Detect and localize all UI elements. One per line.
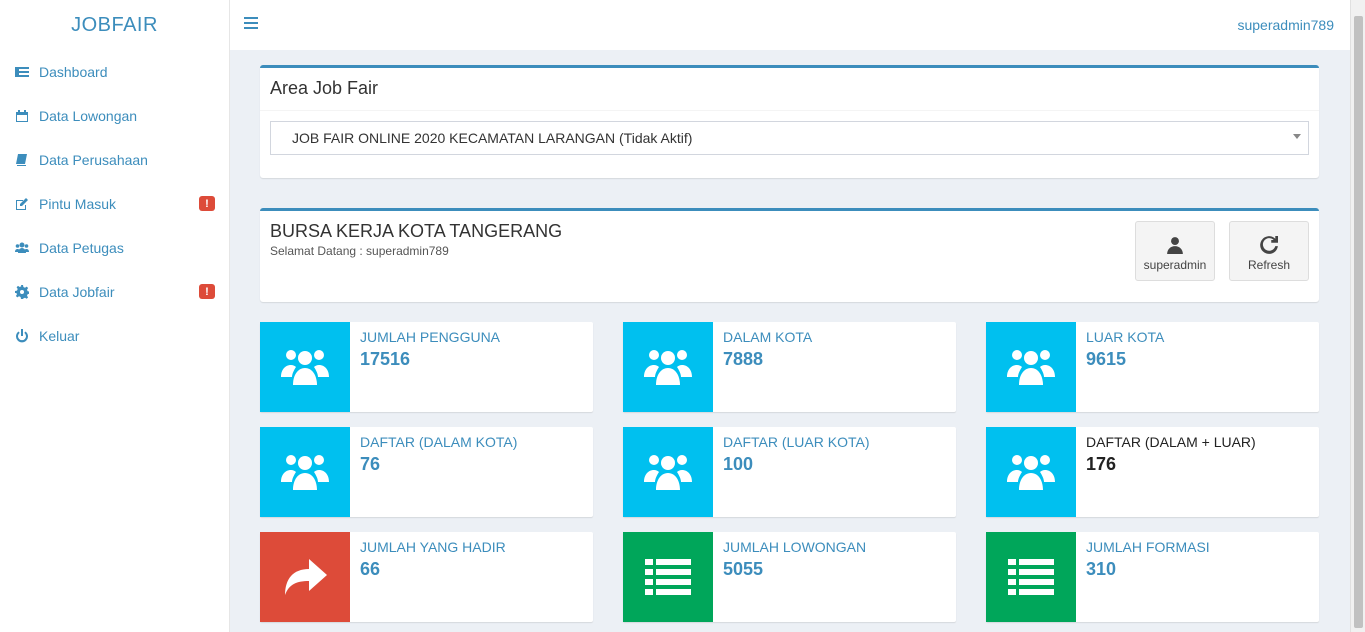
- stat-value: 66: [360, 559, 381, 579]
- sidebar-item-label: Dashboard: [39, 64, 108, 80]
- sidebar-item-data-jobfair[interactable]: Data Jobfair !: [0, 270, 229, 314]
- stat-value: 310: [1086, 559, 1117, 579]
- user-profile-label: superadmin: [1143, 258, 1207, 272]
- list-icon: [986, 532, 1076, 622]
- stat-label: DALAM KOTA: [723, 329, 813, 345]
- sidebar-item-label: Data Perusahaan: [39, 152, 148, 168]
- jobfair-select[interactable]: JOB FAIR ONLINE 2020 KECAMATAN LARANGAN …: [270, 121, 1309, 155]
- sidebar-item-label: Keluar: [39, 328, 80, 344]
- page-title: BURSA KERJA KOTA TANGERANG: [270, 221, 563, 241]
- sidebar-toggle-icon[interactable]: [244, 17, 258, 31]
- sidebar-menu: Dashboard Data Lowongan Data Perusahaan …: [0, 50, 229, 358]
- stat-jumlah-hadir: JUMLAH YANG HADIR 66: [260, 532, 593, 622]
- sidebar-item-label: Data Lowongan: [39, 108, 138, 124]
- users-icon: [15, 241, 29, 255]
- book-icon: [15, 153, 29, 167]
- stat-label: JUMLAH FORMASI: [1086, 539, 1210, 555]
- stat-value: 9615: [1086, 349, 1127, 369]
- stat-daftar-dalam-kota: DAFTAR (DALAM KOTA) 76: [260, 427, 593, 517]
- stat-label: JUMLAH YANG HADIR: [360, 539, 506, 555]
- stat-daftar-total: DAFTAR (DALAM + LUAR) 176: [986, 427, 1319, 517]
- users-icon: [623, 322, 713, 412]
- sidebar-item-data-petugas[interactable]: Data Petugas: [0, 226, 229, 270]
- stat-value: 5055: [723, 559, 764, 579]
- user-profile-button[interactable]: superadmin: [1135, 221, 1215, 281]
- gear-icon: [15, 285, 29, 299]
- refresh-label: Refresh: [1247, 258, 1291, 272]
- stat-value: 76: [360, 454, 381, 474]
- stat-luar-kota: LUAR KOTA 9615: [986, 322, 1319, 412]
- welcome-box: BURSA KERJA KOTA TANGERANG Selamat Datan…: [260, 208, 1319, 302]
- stat-label: DAFTAR (LUAR KOTA): [723, 434, 870, 450]
- refresh-button[interactable]: Refresh: [1229, 221, 1309, 281]
- stat-label: LUAR KOTA: [1086, 329, 1165, 345]
- calendar-icon: [15, 109, 29, 123]
- stat-value: 176: [1086, 454, 1117, 474]
- user-menu[interactable]: superadmin789: [1237, 17, 1334, 33]
- welcome-text: Selamat Datang : superadmin789: [270, 244, 449, 258]
- stat-label: DAFTAR (DALAM KOTA): [360, 434, 518, 450]
- stat-jumlah-formasi: JUMLAH FORMASI 310: [986, 532, 1319, 622]
- sidebar: JOBFAIR Dashboard Data Lowongan Data Per…: [0, 0, 230, 632]
- users-icon: [986, 322, 1076, 412]
- sidebar-item-pintu-masuk[interactable]: Pintu Masuk !: [0, 182, 229, 226]
- stat-jumlah-lowongan: JUMLAH LOWONGAN 5055: [623, 532, 956, 622]
- brand-logo[interactable]: JOBFAIR: [0, 0, 229, 50]
- top-navbar: superadmin789: [230, 0, 1350, 50]
- stat-label: JUMLAH LOWONGAN: [723, 539, 867, 555]
- scrollbar-thumb[interactable]: [1354, 16, 1363, 628]
- user-icon: [1167, 237, 1183, 254]
- stat-daftar-luar-kota: DAFTAR (LUAR KOTA) 100: [623, 427, 956, 517]
- stat-value: 100: [723, 454, 754, 474]
- stat-dalam-kota: DALAM KOTA 7888: [623, 322, 956, 412]
- dashboard-icon: [15, 65, 29, 79]
- edit-icon: [15, 197, 29, 211]
- stat-jumlah-pengguna: JUMLAH PENGGUNA 17516: [260, 322, 593, 412]
- users-icon: [986, 427, 1076, 517]
- share-arrow-icon: [260, 532, 350, 622]
- stat-value: 17516: [360, 349, 411, 369]
- sidebar-item-dashboard[interactable]: Dashboard: [0, 50, 229, 94]
- sidebar-item-data-perusahaan[interactable]: Data Perusahaan: [0, 138, 229, 182]
- sidebar-item-label: Data Petugas: [39, 240, 124, 256]
- list-icon: [623, 532, 713, 622]
- sidebar-item-keluar[interactable]: Keluar: [0, 314, 229, 358]
- alert-badge: !: [199, 284, 215, 299]
- stat-value: 7888: [723, 349, 764, 369]
- chevron-down-icon: [1293, 134, 1301, 139]
- jobfair-select-value: JOB FAIR ONLINE 2020 KECAMATAN LARANGAN …: [292, 130, 693, 146]
- users-icon: [623, 427, 713, 517]
- users-icon: [260, 322, 350, 412]
- power-icon: [15, 329, 29, 343]
- sidebar-item-label: Data Jobfair: [39, 284, 115, 300]
- stat-label: JUMLAH PENGGUNA: [360, 329, 501, 345]
- sidebar-item-data-lowongan[interactable]: Data Lowongan: [0, 94, 229, 138]
- area-box-title: Area Job Fair: [260, 68, 1319, 111]
- stat-label: DAFTAR (DALAM + LUAR): [1086, 434, 1256, 450]
- sidebar-item-label: Pintu Masuk: [39, 196, 117, 212]
- refresh-icon: [1260, 236, 1278, 254]
- area-job-fair-box: Area Job Fair JOB FAIR ONLINE 2020 KECAM…: [260, 65, 1319, 178]
- users-icon: [260, 427, 350, 517]
- alert-badge: !: [199, 196, 215, 211]
- page-scrollbar[interactable]: [1350, 0, 1365, 632]
